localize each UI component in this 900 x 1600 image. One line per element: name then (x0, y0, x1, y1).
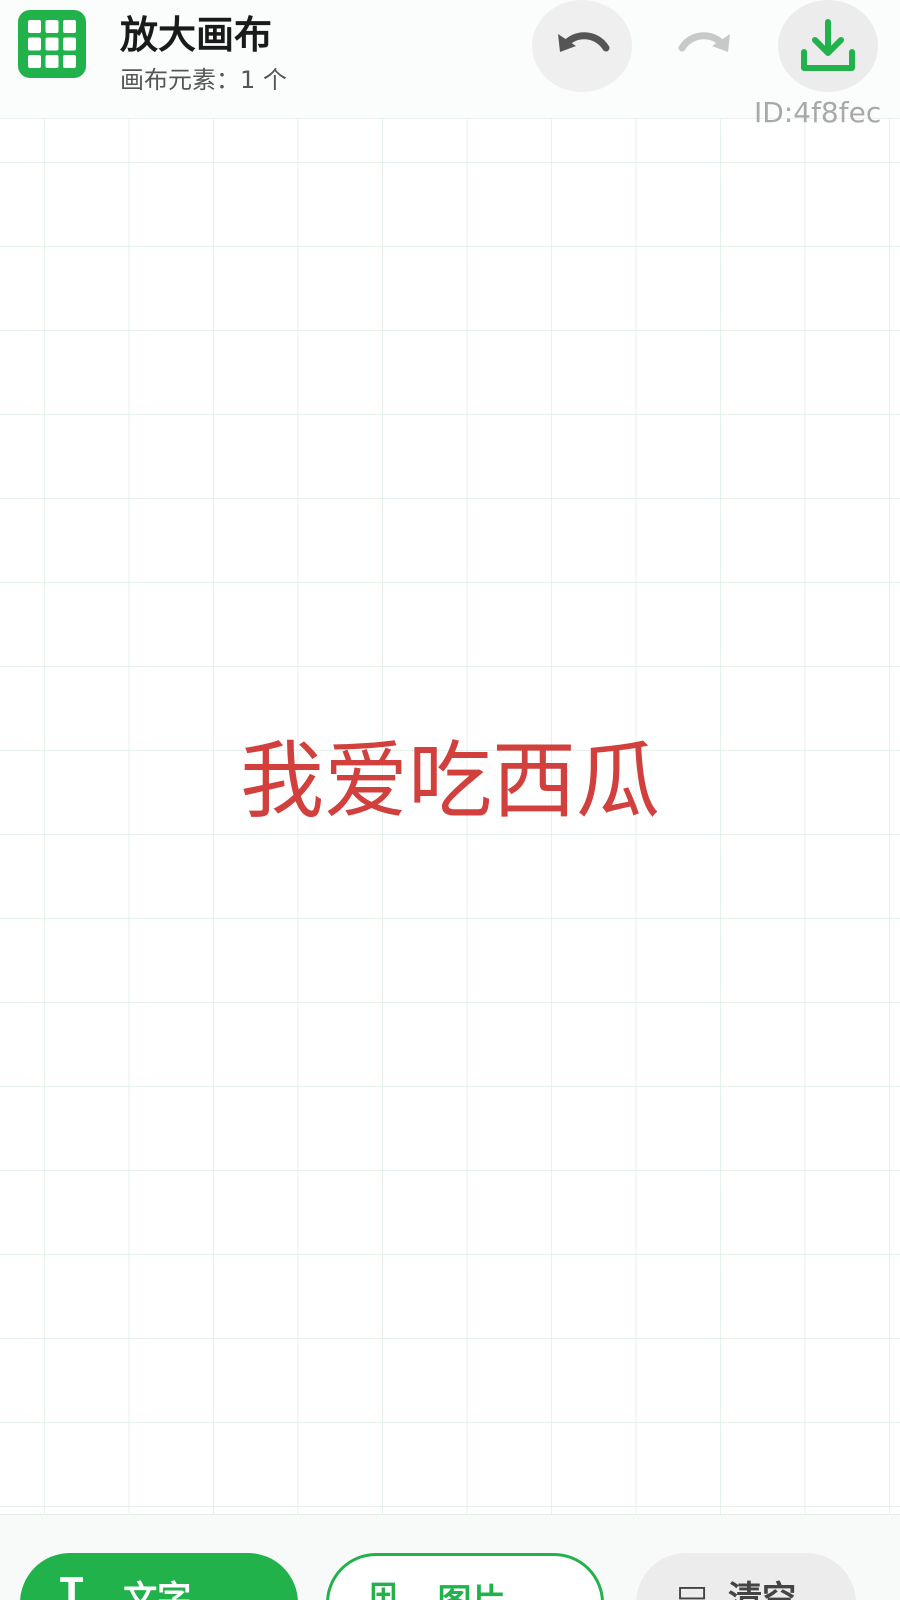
add-text-button[interactable]: T 文字 (20, 1553, 298, 1600)
text-icon: T (60, 1571, 84, 1600)
grid-icon (18, 10, 86, 78)
add-image-button[interactable]: ⊞ 图片 (326, 1553, 604, 1600)
redo-icon (678, 32, 730, 52)
bottom-toolbar: T 文字 ⊞ 图片 ▭ 清空 (0, 1514, 900, 1600)
download-button[interactable] (778, 0, 878, 92)
download-icon (801, 19, 855, 71)
element-count: 画布元素：1 个 (120, 66, 287, 94)
image-add-icon: ⊞ (369, 1574, 398, 1600)
clear-label: 清空 (728, 1579, 797, 1600)
add-image-label: 图片 (438, 1574, 506, 1600)
header-bar: 放大画布 画布元素：1 个 ID:4f8fec (0, 0, 900, 129)
page-title: 放大画布 (120, 13, 273, 57)
clear-button[interactable]: ▭ 清空 (636, 1553, 856, 1600)
app-root: 我爱吃西瓜 放大画布 画布元素：1 个 ID:4f8fec T 文字 ⊞ ▭ 清… (0, 0, 900, 1600)
canvas-id-label: ID:4f8fec (754, 96, 882, 129)
add-text-label: 文字 (123, 1579, 192, 1600)
redo-button[interactable] (656, 0, 756, 92)
undo-button[interactable] (532, 0, 632, 92)
canvas-area[interactable]: 我爱吃西瓜 (0, 118, 900, 1518)
undo-icon (558, 32, 610, 52)
trash-icon: ▭ (676, 1571, 709, 1600)
canvas-text-element[interactable]: 我爱吃西瓜 (0, 714, 900, 835)
